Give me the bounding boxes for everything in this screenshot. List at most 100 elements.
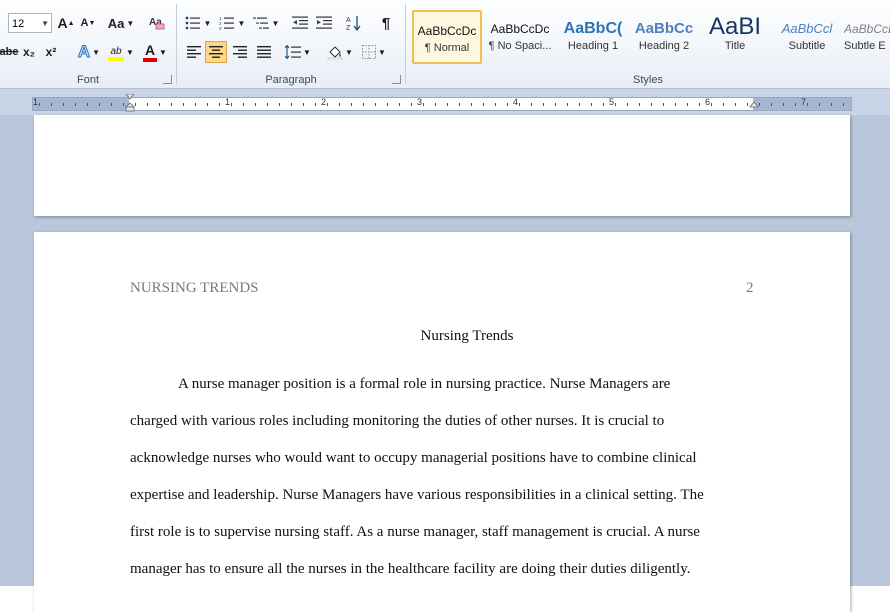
ruler-tick: [759, 103, 760, 106]
ruler-number: 5: [609, 97, 615, 107]
ruler-tick: [171, 103, 172, 106]
ruler-tick: [291, 103, 292, 106]
bullets-button[interactable]: ▼: [183, 12, 213, 34]
ruler-tick: [687, 103, 688, 106]
ruler-tick: [531, 103, 532, 106]
show-hide-marks-button[interactable]: ¶: [375, 12, 397, 34]
ribbon: 12 ▼ A ▲ A ▼ Aa ▼ Aa abe x₂ x² A ▼ ab ▼ …: [0, 0, 890, 89]
multilevel-list-icon: [252, 17, 269, 29]
ruler-tick: [183, 103, 184, 106]
style-title[interactable]: AaBI Title: [700, 10, 770, 64]
ruler-tick: [543, 103, 544, 106]
ruler-number: 4: [513, 97, 519, 107]
shrink-font-button[interactable]: A ▼: [79, 12, 97, 34]
ruler-tick: [411, 103, 412, 106]
style-subtitle[interactable]: AaBbCcl Subtitle: [772, 10, 842, 64]
ruler-tick: [771, 103, 772, 106]
subscript-button[interactable]: x₂: [20, 41, 38, 63]
font-size-value: 12: [12, 18, 25, 30]
ruler-tick: [123, 103, 124, 106]
style-name: Heading 2: [638, 40, 690, 52]
align-center-button[interactable]: [205, 41, 227, 63]
ruler-tick: [591, 103, 592, 106]
ruler-tick: [507, 103, 508, 106]
ruler-tick: [375, 103, 376, 106]
indent-marker-icon[interactable]: [125, 94, 135, 112]
style-name: Subtitle: [788, 40, 826, 52]
superscript-button[interactable]: x²: [42, 41, 60, 63]
borders-button[interactable]: ▼: [359, 41, 389, 63]
ruler-tick: [327, 103, 328, 106]
page-number: 2: [746, 280, 754, 296]
highlight-button[interactable]: ab ▼: [106, 41, 136, 63]
document-page[interactable]: NURSING TRENDS 2 Nursing Trends A nurse …: [34, 232, 850, 612]
numbering-button[interactable]: 1 2 3 ▼: [217, 12, 247, 34]
ruler-tick: [471, 103, 472, 106]
ruler-tick: [459, 103, 460, 106]
ruler-tick: [99, 103, 100, 106]
ruler-tick: [39, 103, 40, 106]
font-size-box[interactable]: 12 ▼: [8, 13, 52, 33]
ruler-tick: [387, 103, 388, 106]
text-effects-button[interactable]: A ▼: [74, 41, 104, 63]
style-normal[interactable]: AaBbCcDc ¶ Normal: [412, 10, 482, 64]
horizontal-ruler[interactable]: 1 1 2 3 4 5 6 7: [32, 94, 852, 112]
shading-button[interactable]: ▼: [325, 41, 355, 63]
align-left-button[interactable]: [183, 41, 205, 63]
clear-formatting-button[interactable]: Aa: [146, 12, 168, 34]
style-no-spacing[interactable]: AaBbCcDc ¶ No Spaci...: [485, 10, 555, 64]
paragraph-line: A nurse manager position is a formal rol…: [178, 376, 671, 392]
paint-bucket-icon: [327, 46, 343, 60]
grow-font-button[interactable]: A ▲: [56, 12, 76, 34]
sort-button[interactable]: A Z: [343, 12, 365, 34]
ruler-tick: [219, 103, 220, 106]
ruler-tick: [87, 103, 88, 106]
change-case-button[interactable]: Aa ▼: [106, 12, 136, 34]
style-heading-2[interactable]: AaBbCc Heading 2: [629, 10, 699, 64]
ruler-tick: [819, 103, 820, 106]
style-sample: AaBI: [708, 13, 762, 40]
style-sample: AaBbCcDc: [490, 22, 550, 36]
style-sample: AaBbC(: [563, 20, 623, 37]
styles-group-label: Styles: [633, 74, 663, 86]
ruler-tick: [843, 103, 844, 106]
ruler-tick: [303, 103, 304, 106]
ruler-tick: [675, 103, 676, 106]
justify-button[interactable]: [253, 41, 275, 63]
style-subtle-emphasis[interactable]: AaBbCcD Subtle E: [844, 10, 890, 64]
ruler-tick: [495, 103, 496, 106]
font-dialog-launcher-icon[interactable]: [163, 75, 172, 84]
ruler-tick: [567, 103, 568, 106]
ruler-tick: [639, 103, 640, 106]
ruler-number: 3: [417, 97, 423, 107]
line-spacing-button[interactable]: ▼: [283, 41, 313, 63]
paragraph-dialog-launcher-icon[interactable]: [392, 75, 401, 84]
ruler-tick: [615, 103, 616, 106]
ruler-tick: [267, 103, 268, 106]
multilevel-list-button[interactable]: ▼: [251, 12, 281, 34]
ruler-tick: [807, 103, 808, 106]
style-heading-1[interactable]: AaBbC( Heading 1: [558, 10, 628, 64]
previous-page[interactable]: [34, 115, 850, 216]
ruler-tick: [483, 103, 484, 106]
ruler-number: 6: [705, 97, 711, 107]
right-indent-marker-icon[interactable]: [749, 102, 759, 112]
font-color-icon: A: [143, 42, 158, 62]
bullets-icon: [185, 16, 200, 30]
align-left-icon: [187, 46, 201, 58]
style-name: Heading 1: [567, 40, 619, 52]
strikethrough-button[interactable]: abe: [0, 41, 18, 63]
ruler-number: 2: [321, 97, 327, 107]
svg-text:Z: Z: [346, 25, 351, 31]
style-sample: AaBbCc: [634, 20, 694, 37]
decrease-indent-button[interactable]: [289, 12, 311, 34]
font-color-button[interactable]: A ▼: [140, 41, 170, 63]
ruler-tick: [315, 103, 316, 106]
increase-indent-button[interactable]: [313, 12, 335, 34]
ruler-tick: [111, 103, 112, 106]
borders-icon: [362, 45, 377, 59]
align-right-button[interactable]: [229, 41, 251, 63]
clear-formatting-icon: Aa: [149, 17, 165, 30]
pilcrow-icon: ¶: [381, 14, 391, 32]
style-name: ¶ No Spaci...: [488, 40, 552, 52]
